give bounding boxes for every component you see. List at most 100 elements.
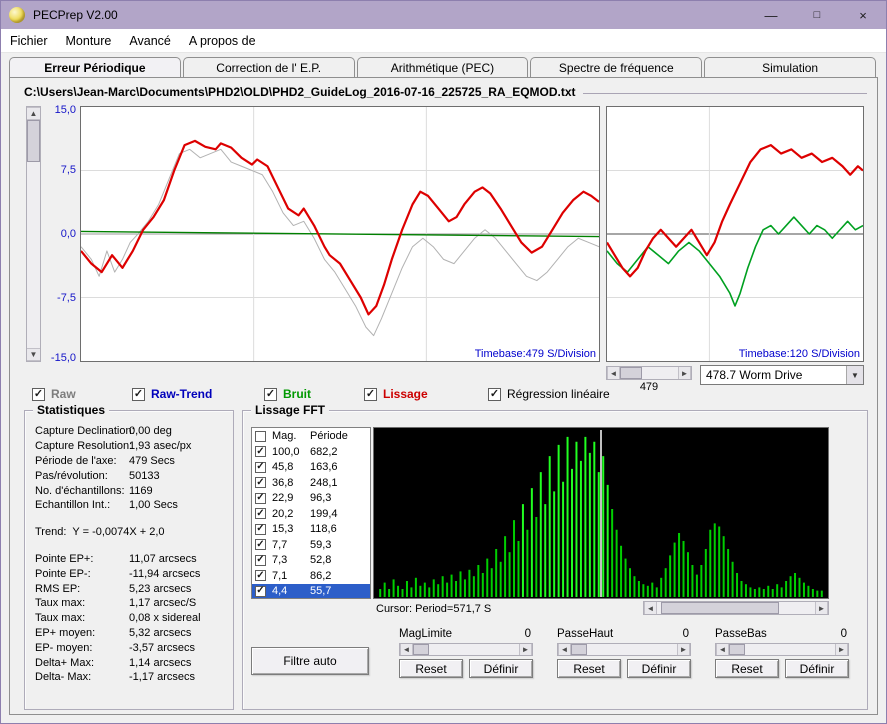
scroll-left-button[interactable]: ◄ — [558, 644, 571, 655]
toggle-raw[interactable]: ✓ Raw — [32, 386, 76, 402]
checkbox[interactable]: ✓ — [255, 461, 266, 473]
menu-avance[interactable]: Avancé — [120, 34, 179, 48]
fft-scrollbar[interactable]: ◄ ► — [643, 601, 829, 615]
scroll-right-button[interactable]: ► — [678, 367, 691, 379]
stat-value: -3,57 arcsecs — [129, 641, 196, 654]
combo-dropdown-icon[interactable]: ▼ — [846, 366, 863, 384]
tab-correction-ep[interactable]: Correction de l' E.P. — [182, 57, 355, 77]
passebas-definir-button[interactable]: Définir — [785, 659, 849, 678]
fft-table-row[interactable]: ✓ 45,8 163,6 — [252, 460, 370, 476]
checkbox[interactable]: ✓ — [132, 387, 145, 401]
fft-table-row[interactable]: ✓ 100,0 682,2 — [252, 444, 370, 460]
fft-mag-value: 20,2 — [272, 507, 294, 520]
scroll-track[interactable] — [571, 644, 677, 655]
scroll-right-button[interactable]: ► — [677, 644, 690, 655]
period-scrollbar[interactable]: ◄ ► — [606, 366, 692, 380]
menu-monture[interactable]: Monture — [57, 34, 121, 48]
fft-harmonics-table[interactable]: Mag. Période ✓ 100,0 682,2 ✓ 45,8 163,6 ✓ 36,8 248… — [251, 427, 371, 599]
y-axis-tick: 7,5 — [60, 164, 76, 176]
checkbox[interactable]: ✓ — [264, 387, 277, 401]
tab-spectre-frequence[interactable]: Spectre de fréquence — [530, 57, 703, 77]
fft-table-row[interactable]: ✓ 20,2 199,4 — [252, 506, 370, 522]
maglimite-slider[interactable]: ◄ ► — [399, 643, 533, 656]
fft-table-row[interactable]: ✓ 7,3 52,8 — [252, 553, 370, 569]
checkbox[interactable]: ✓ — [255, 539, 266, 551]
stat-row: Pas/révolution: 50133 — [35, 468, 229, 483]
checkbox[interactable]: ✓ — [255, 477, 266, 489]
scroll-thumb[interactable] — [620, 367, 642, 379]
scroll-left-button[interactable]: ◄ — [607, 367, 620, 379]
fft-table-row[interactable]: ✓ 7,7 59,3 — [252, 537, 370, 553]
fft-spectrum[interactable] — [373, 427, 829, 599]
maglimite-definir-button[interactable]: Définir — [469, 659, 533, 678]
checkbox[interactable]: ✓ — [364, 387, 377, 401]
checkbox[interactable]: ✓ — [32, 387, 45, 401]
scroll-track[interactable] — [657, 602, 815, 614]
stat-label: Capture Resolution: — [35, 440, 133, 453]
menu-a-propos[interactable]: A propos de — [180, 34, 265, 48]
maximize-button[interactable]: □ — [794, 1, 840, 29]
checkbox[interactable]: ✓ — [255, 446, 266, 458]
scroll-right-button[interactable]: ► — [519, 644, 532, 655]
scroll-down-button[interactable]: ▼ — [27, 348, 40, 361]
checkbox[interactable]: ✓ — [488, 387, 501, 401]
scroll-right-button[interactable]: ► — [835, 644, 848, 655]
fft-table-row[interactable]: ✓ 22,9 96,3 — [252, 491, 370, 507]
maglimite-reset-button[interactable]: Reset — [399, 659, 463, 678]
toggle-regression-lineaire[interactable]: ✓ Régression linéaire — [488, 386, 610, 402]
fft-mag-value: 15,3 — [272, 523, 294, 536]
worm-drive-select[interactable]: 478.7 Worm Drive ▼ — [700, 365, 864, 385]
checkbox[interactable]: ✓ — [255, 492, 266, 504]
checkbox[interactable] — [255, 430, 266, 442]
toggle-raw-trend[interactable]: ✓ Raw-Trend — [132, 386, 212, 402]
chart-vertical-scrollbar[interactable]: ▲ ▼ — [26, 106, 41, 362]
fft-table-row[interactable]: ✓ 15,3 118,6 — [252, 522, 370, 538]
minimize-button[interactable]: — — [748, 1, 794, 29]
period-scroll-value: 479 — [639, 381, 659, 393]
fft-mag-value: 7,7 — [272, 538, 288, 551]
scroll-left-button[interactable]: ◄ — [716, 644, 729, 655]
title-bar[interactable]: PECPrep V2.00 — □ × — [1, 1, 886, 29]
scroll-thumb[interactable] — [571, 644, 587, 655]
scroll-track[interactable] — [413, 644, 519, 655]
worm-drive-value: 478.7 Worm Drive — [706, 368, 803, 382]
passebas-slider[interactable]: ◄ ► — [715, 643, 849, 656]
scroll-thumb[interactable] — [729, 644, 745, 655]
passehaut-definir-button[interactable]: Définir — [627, 659, 691, 678]
toggle-lissage[interactable]: ✓ Lissage — [364, 386, 428, 402]
scroll-thumb[interactable] — [661, 602, 779, 614]
scroll-up-button[interactable]: ▲ — [27, 107, 40, 120]
checkbox[interactable]: ✓ — [255, 570, 266, 582]
menu-fichier[interactable]: Fichier — [1, 34, 57, 48]
checkbox[interactable]: ✓ — [255, 508, 266, 520]
stat-value: 0,00 deg — [129, 425, 172, 438]
fft-table-row[interactable]: ✓ 4,4 55,7 — [252, 583, 370, 598]
scroll-thumb[interactable] — [27, 120, 40, 162]
scroll-left-button[interactable]: ◄ — [400, 644, 413, 655]
passebas-reset-button[interactable]: Reset — [715, 659, 779, 678]
fft-table-row[interactable]: ✓ 36,8 248,1 — [252, 475, 370, 491]
tab-arithmetique-pec[interactable]: Arithmétique (PEC) — [356, 57, 529, 77]
stat-row: Période de l'axe: 479 Secs — [35, 454, 229, 469]
stat-value: Y = -0,0074X + 2,0 — [72, 526, 165, 539]
scroll-track[interactable] — [620, 367, 678, 379]
scroll-left-button[interactable]: ◄ — [644, 602, 657, 614]
fft-table-row[interactable]: ✓ 7,1 86,2 — [252, 568, 370, 584]
scroll-track[interactable] — [27, 120, 40, 348]
fft-mag-value: 36,8 — [272, 476, 294, 489]
passehaut-slider[interactable]: ◄ ► — [557, 643, 691, 656]
scroll-thumb[interactable] — [413, 644, 429, 655]
checkbox[interactable]: ✓ — [255, 554, 266, 566]
filtre-auto-button[interactable]: Filtre auto — [251, 647, 369, 675]
passehaut-reset-button[interactable]: Reset — [557, 659, 621, 678]
checkbox[interactable]: ✓ — [255, 585, 266, 597]
scroll-right-button[interactable]: ► — [815, 602, 828, 614]
scroll-track[interactable] — [729, 644, 835, 655]
toggle-bruit[interactable]: ✓ Bruit — [264, 386, 311, 402]
close-button[interactable]: × — [840, 1, 886, 29]
window-title: PECPrep V2.00 — [33, 8, 118, 22]
tab-erreur-periodique[interactable]: Erreur Périodique — [9, 57, 181, 77]
tab-simulation[interactable]: Simulation — [704, 57, 876, 77]
checkbox[interactable]: ✓ — [255, 523, 266, 535]
stat-row: EP- moyen: -3,57 arcsecs — [35, 640, 229, 655]
